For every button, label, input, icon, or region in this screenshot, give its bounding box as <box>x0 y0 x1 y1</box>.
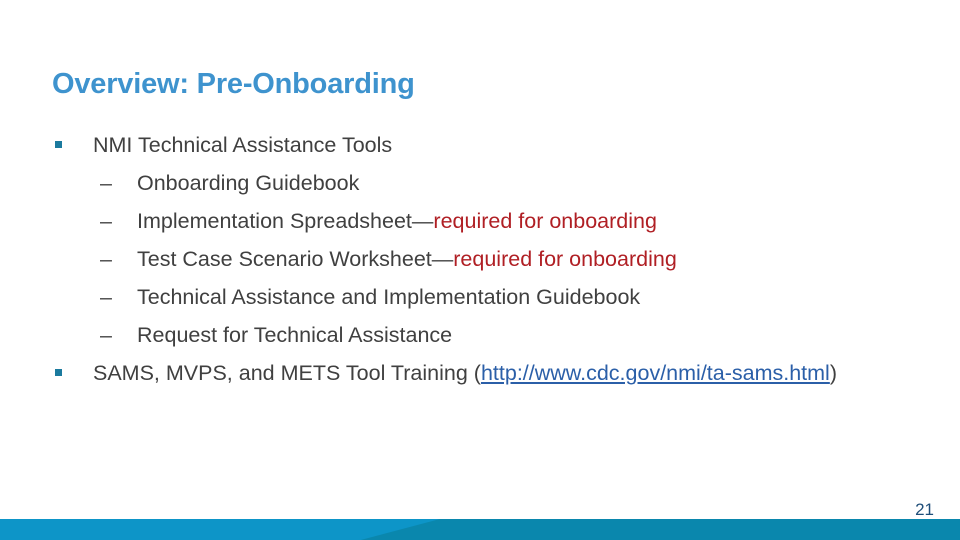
list-item: – Implementation Spreadsheet—required fo… <box>52 202 912 240</box>
en-dash-bullet-icon: – <box>100 209 112 233</box>
en-dash-bullet-icon: – <box>100 247 112 271</box>
list-item: – Test Case Scenario Worksheet—required … <box>52 240 912 278</box>
list-item-label: NMI Technical Assistance Tools <box>93 133 393 157</box>
list-item-label: Technical Assistance and Implementation … <box>137 285 641 309</box>
en-dash-bullet-icon: – <box>100 171 112 195</box>
cdc-ta-sams-link[interactable]: http://www.cdc.gov/nmi/ta-sams.html <box>481 361 830 385</box>
footer-accent-bar <box>0 519 960 540</box>
list-item-label: Test Case Scenario Worksheet— <box>137 247 454 271</box>
list-item: – Onboarding Guidebook <box>52 164 912 202</box>
list-item-label: Request for Technical Assistance <box>137 323 453 347</box>
list-item-label: Onboarding Guidebook <box>137 171 360 195</box>
list-item: – Request for Technical Assistance <box>52 316 912 354</box>
slide-body: NMI Technical Assistance Tools – Onboard… <box>52 126 912 392</box>
footer-accent-bar-left-segment <box>0 519 440 540</box>
list-item-emphasis: required for onboarding <box>453 247 677 271</box>
page-number: 21 <box>915 500 934 519</box>
list-item-label: SAMS, MVPS, and METS Tool Training ( <box>93 361 481 385</box>
list-item: SAMS, MVPS, and METS Tool Training (http… <box>52 354 912 392</box>
list-item-emphasis: required for onboarding <box>433 209 657 233</box>
en-dash-bullet-icon: – <box>100 285 112 309</box>
square-bullet-icon <box>55 141 62 148</box>
list-item: – Technical Assistance and Implementatio… <box>52 278 912 316</box>
list-item-label: Implementation Spreadsheet— <box>137 209 434 233</box>
en-dash-bullet-icon: – <box>100 323 112 347</box>
closing-paren: ) <box>829 361 838 385</box>
list-item: NMI Technical Assistance Tools <box>52 126 912 164</box>
square-bullet-icon <box>55 369 62 376</box>
slide-canvas: Overview: Pre-Onboarding NMI Technical A… <box>0 0 960 540</box>
page-title: Overview: Pre-Onboarding <box>52 68 415 100</box>
